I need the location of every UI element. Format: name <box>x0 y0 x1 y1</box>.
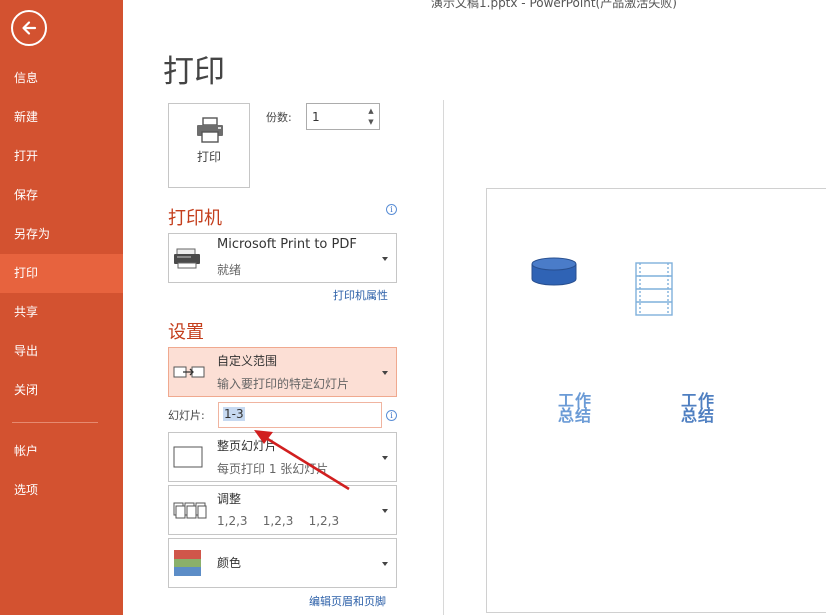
printer-status: 就绪 <box>217 263 242 277</box>
preview-text-2: 工作 总结 <box>681 391 716 425</box>
collate-dropdown[interactable]: 调整 1,2,3 1,2,3 1,2,3 <box>168 485 397 535</box>
printer-icon <box>197 117 223 143</box>
chevron-down-icon <box>382 509 388 513</box>
preview-text-1: 工作 总结 <box>558 391 593 425</box>
settings-section-title: 设置 <box>168 322 204 343</box>
backstage-sidebar: 信息 新建 打开 保存 另存为 打印 共享 导出 关闭 帐户 选项 <box>0 0 123 615</box>
print-preview: 工作 总结 工作 总结 <box>486 188 826 613</box>
powerpoint-backstage-print: 信息 新建 打开 保存 另存为 打印 共享 导出 关闭 帐户 选项 演示文稿1.… <box>0 0 826 615</box>
sidebar-item-info[interactable]: 信息 <box>0 59 123 98</box>
copies-value[interactable]: 1 <box>312 110 320 124</box>
print-button-label: 打印 <box>196 150 221 164</box>
shelf-shape <box>635 262 673 316</box>
info-icon[interactable]: i <box>386 410 397 421</box>
sidebar-item-options[interactable]: 选项 <box>0 471 123 510</box>
chevron-down-icon <box>382 562 388 566</box>
layout-sub: 每页打印 1 张幻灯片 <box>217 462 329 476</box>
spin-down-icon[interactable]: ▼ <box>366 117 376 127</box>
collated-icon <box>173 502 207 519</box>
printer-properties-link[interactable]: 打印机属性 <box>333 287 388 303</box>
copies-label: 份数: <box>266 111 292 124</box>
printer-dropdown[interactable]: Microsoft Print to PDF 就绪 <box>168 233 397 283</box>
page-title: 打印 <box>163 54 225 90</box>
database-cylinder-shape <box>531 257 577 286</box>
custom-range-icon <box>173 366 205 378</box>
collate-main: 调整 <box>217 492 242 506</box>
printer-name: Microsoft Print to PDF <box>217 237 357 252</box>
edit-header-footer-link[interactable]: 编辑页眉和页脚 <box>309 593 386 609</box>
color-main: 颜色 <box>217 556 242 570</box>
print-range-sub: 输入要打印的特定幻灯片 <box>217 377 350 391</box>
layout-main: 整页幻灯片 <box>217 439 278 453</box>
chevron-down-icon <box>382 257 388 261</box>
chevron-down-icon <box>382 456 388 460</box>
print-range-dropdown[interactable]: 自定义范围 输入要打印的特定幻灯片 <box>168 347 397 397</box>
sidebar-item-print[interactable]: 打印 <box>0 254 123 293</box>
spin-up-icon[interactable]: ▲ <box>366 106 376 116</box>
sidebar-item-new[interactable]: 新建 <box>0 98 123 137</box>
info-icon[interactable]: i <box>386 204 397 215</box>
color-dropdown[interactable]: 颜色 <box>168 538 397 588</box>
sidebar-item-export[interactable]: 导出 <box>0 332 123 371</box>
print-range-main: 自定义范围 <box>217 354 278 368</box>
layout-dropdown[interactable]: 整页幻灯片 每页打印 1 张幻灯片 <box>168 432 397 482</box>
back-button[interactable] <box>11 10 47 46</box>
sidebar-item-save[interactable]: 保存 <box>0 176 123 215</box>
full-page-slide-icon <box>173 446 203 468</box>
window-title: 演示文稿1.pptx - PowerPoint(产品激活失败) <box>431 0 677 10</box>
print-button[interactable]: 打印 <box>168 103 250 188</box>
collate-sub: 1,2,3 1,2,3 1,2,3 <box>217 514 340 528</box>
sidebar-item-open[interactable]: 打开 <box>0 137 123 176</box>
sidebar-item-close[interactable]: 关闭 <box>0 371 123 410</box>
printer-device-icon <box>174 248 200 269</box>
slides-value: 1-3 <box>223 407 245 421</box>
back-arrow-icon <box>22 21 37 35</box>
printer-section-title: 打印机 <box>168 208 222 229</box>
pane-divider <box>443 100 444 615</box>
sidebar-item-account[interactable]: 帐户 <box>0 432 123 471</box>
slides-label: 幻灯片: <box>168 409 205 422</box>
sidebar-item-share[interactable]: 共享 <box>0 293 123 332</box>
copies-stepper[interactable]: 1 ▲ ▼ <box>306 103 380 130</box>
sidebar-item-save-as[interactable]: 另存为 <box>0 215 123 254</box>
chevron-down-icon <box>382 371 388 375</box>
slides-input[interactable]: 1-3 <box>218 402 382 428</box>
color-icon <box>174 550 201 576</box>
sidebar-divider <box>12 422 98 423</box>
